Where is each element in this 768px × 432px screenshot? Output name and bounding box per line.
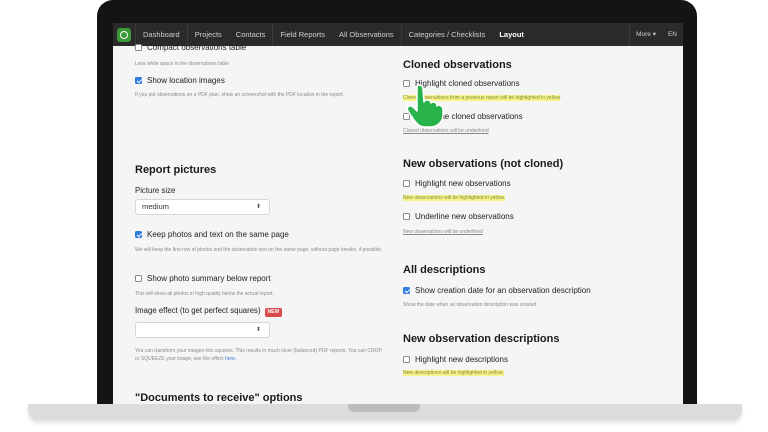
app-screen: Dashboard Projects Contacts Field Report…: [113, 23, 683, 405]
new-descriptions-title: New observation descriptions: [403, 333, 560, 345]
compact-table-option[interactable]: Compact observations table: [135, 43, 246, 52]
report-pictures-title: Report pictures: [135, 164, 217, 176]
image-effect-link[interactable]: here.: [225, 356, 236, 362]
keep-photos-label: Keep photos and text on the same page: [147, 230, 289, 239]
highlight-new-label: Highlight new observations: [415, 179, 511, 188]
location-images-checkbox[interactable]: [135, 77, 142, 84]
highlight-new-desc-help: New descriptions will be highlighted in …: [403, 369, 504, 377]
image-effect-select[interactable]: ⬍: [135, 322, 270, 338]
nav-categories-checklists[interactable]: Categories / Checklists: [400, 23, 493, 46]
highlight-new-help: New observations will be highlighted in …: [403, 194, 506, 202]
highlight-new-desc-label: Highlight new descriptions: [415, 355, 508, 364]
underline-new-option[interactable]: Underline new observations: [403, 212, 514, 221]
highlight-new-checkbox[interactable]: [403, 180, 410, 187]
hand-pointer-icon: [406, 84, 444, 128]
cloned-observations-title: Cloned observations: [403, 59, 512, 71]
creation-date-help: Show the date when an observation descri…: [403, 302, 537, 308]
image-effect-help-text: You can transform your images into squar…: [135, 348, 382, 362]
underline-cloned-help: Cloned observations will be underlined: [403, 128, 489, 134]
nav-all-observations[interactable]: All Observations: [332, 23, 401, 46]
highlight-new-option[interactable]: Highlight new observations: [403, 179, 511, 188]
keep-photos-option[interactable]: Keep photos and text on the same page: [135, 230, 289, 239]
keep-photos-checkbox[interactable]: [135, 231, 142, 238]
compact-table-label: Compact observations table: [147, 43, 247, 52]
photo-summary-option[interactable]: Show photo summary below report: [135, 274, 271, 283]
keep-photos-help: We will keep the first row of photos and…: [135, 247, 383, 253]
image-effect-help: You can transform your images into squar…: [135, 347, 385, 363]
picture-size-value: medium: [142, 202, 170, 211]
nav-language[interactable]: EN: [662, 23, 683, 46]
creation-date-label: Show creation date for an observation de…: [415, 286, 591, 295]
laptop-mockup: Dashboard Projects Contacts Field Report…: [0, 0, 768, 432]
new-badge: NEW: [264, 308, 283, 317]
laptop-notch: [348, 404, 420, 412]
image-effect-label-text: Image effect (to get perfect squares): [135, 306, 261, 315]
underline-new-help: New observations will be underlined: [403, 229, 483, 235]
underline-new-checkbox[interactable]: [403, 213, 410, 220]
creation-date-checkbox[interactable]: [403, 287, 410, 294]
location-images-help: If you put observations on a PDF plan, s…: [135, 92, 345, 98]
location-images-label: Show location images: [147, 76, 225, 85]
nav-more-dropdown[interactable]: More ▾: [629, 23, 662, 46]
location-images-option[interactable]: Show location images: [135, 76, 225, 85]
image-effect-label: Image effect (to get perfect squares) NEW: [135, 306, 283, 317]
picture-size-label: Picture size: [135, 186, 176, 195]
all-descriptions-title: All descriptions: [403, 264, 486, 276]
compact-table-checkbox[interactable]: [135, 44, 142, 51]
photo-summary-help: This will show all photos in high qualit…: [135, 291, 274, 297]
nav-field-reports[interactable]: Field Reports: [272, 23, 332, 46]
documents-options-title: "Documents to receive" options: [135, 392, 303, 404]
highlight-new-help-text: New observations will be highlighted in …: [403, 195, 506, 201]
select-arrows-icon: ⬍: [255, 327, 261, 333]
highlight-new-desc-checkbox[interactable]: [403, 356, 410, 363]
picture-size-select[interactable]: medium ⬍: [135, 199, 270, 215]
compact-table-help: Less white space in the observations tab…: [135, 61, 229, 67]
creation-date-option[interactable]: Show creation date for an observation de…: [403, 286, 591, 295]
photo-summary-checkbox[interactable]: [135, 275, 142, 282]
app-logo-icon[interactable]: [117, 27, 131, 42]
highlight-new-desc-option[interactable]: Highlight new descriptions: [403, 355, 508, 364]
underline-new-label: Underline new observations: [415, 212, 514, 221]
new-observations-title: New observations (not cloned): [403, 158, 564, 170]
select-arrows-icon: ⬍: [255, 204, 261, 210]
photo-summary-label: Show photo summary below report: [147, 274, 271, 283]
nav-right-group: More ▾ EN: [629, 23, 683, 46]
nav-layout[interactable]: Layout: [492, 23, 531, 46]
highlight-new-desc-help-text: New descriptions will be highlighted in …: [403, 370, 504, 376]
